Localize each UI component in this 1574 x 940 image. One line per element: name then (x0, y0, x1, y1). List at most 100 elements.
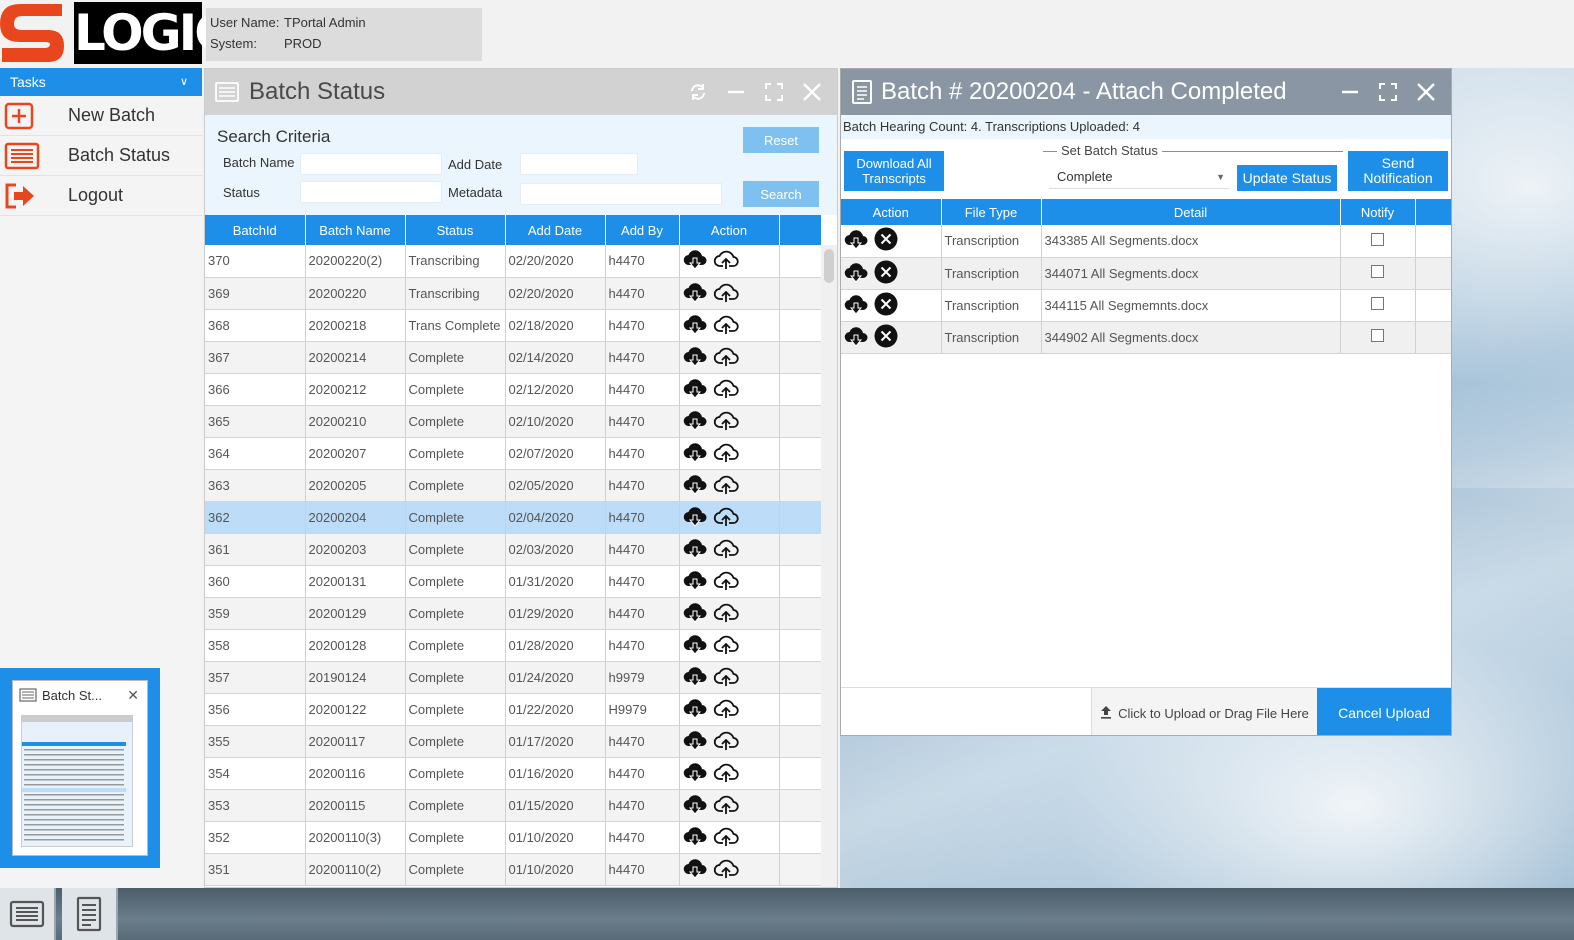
cloud-upload-icon[interactable] (713, 729, 739, 754)
cloud-upload-icon[interactable] (713, 633, 739, 658)
upload-dropzone[interactable]: Click to Upload or Drag File Here (1091, 688, 1317, 735)
sidebar-item-batch-status[interactable]: Batch Status (0, 136, 202, 176)
table-row[interactable]: 358 20200128 Complete 01/28/2020 h4470 (205, 629, 822, 662)
cloud-download-icon[interactable] (683, 281, 707, 306)
taskbar-batch-detail-button[interactable] (62, 888, 118, 940)
table-row[interactable]: 361 20200203 Complete 02/03/2020 h4470 (205, 533, 822, 566)
table-row[interactable]: 369 20200220 Transcribing 02/20/2020 h4470 (205, 277, 822, 310)
sidebar-item-logout[interactable]: Logout (0, 176, 202, 216)
cloud-upload-icon[interactable] (713, 825, 739, 850)
cloud-upload-icon[interactable] (713, 505, 739, 530)
cloud-download-icon[interactable] (683, 473, 707, 498)
search-button[interactable]: Search (743, 181, 819, 207)
tasks-header[interactable]: Tasks ∨ (0, 68, 202, 96)
refresh-icon[interactable] (685, 79, 711, 105)
notify-checkbox[interactable] (1371, 297, 1384, 310)
delete-icon[interactable] (874, 260, 898, 287)
scrollbar[interactable] (821, 245, 837, 887)
table-row[interactable]: 360 20200131 Complete 01/31/2020 h4470 (205, 565, 822, 598)
close-icon[interactable] (1413, 79, 1439, 105)
table-row[interactable]: 357 20190124 Complete 01/24/2020 h9979 (205, 661, 822, 694)
cloud-upload-icon[interactable] (713, 377, 739, 402)
minimize-icon[interactable] (723, 79, 749, 105)
cloud-upload-icon[interactable] (713, 697, 739, 722)
cloud-download-icon[interactable] (844, 228, 868, 253)
cloud-download-icon[interactable] (683, 345, 707, 370)
cloud-download-icon[interactable] (683, 697, 707, 722)
notify-checkbox[interactable] (1371, 265, 1384, 278)
cloud-upload-icon[interactable] (713, 281, 739, 306)
cloud-download-icon[interactable] (844, 325, 868, 350)
table-row[interactable]: 355 20200117 Complete 01/17/2020 h4470 (205, 725, 822, 758)
sidebar-item-new-batch[interactable]: New Batch (0, 96, 202, 136)
cloud-download-icon[interactable] (683, 729, 707, 754)
status-input[interactable] (300, 181, 442, 203)
column-header-status[interactable]: Status (405, 215, 506, 245)
download-all-button[interactable]: Download All Transcripts (844, 151, 944, 191)
batch-status-select[interactable]: Complete ▼ (1049, 165, 1229, 189)
cloud-upload-icon[interactable] (713, 569, 739, 594)
cloud-upload-icon[interactable] (713, 473, 739, 498)
column-header-detail[interactable]: Detail (1041, 199, 1341, 225)
batch-status-titlebar[interactable]: Batch Status (205, 69, 837, 115)
table-row[interactable]: 356 20200122 Complete 01/22/2020 H9979 (205, 693, 822, 726)
table-row[interactable]: 363 20200205 Complete 02/05/2020 h4470 (205, 469, 822, 502)
table-row[interactable]: 365 20200210 Complete 02/10/2020 h4470 (205, 405, 822, 438)
notify-checkbox[interactable] (1371, 232, 1384, 246)
scrollbar-thumb[interactable] (824, 249, 834, 283)
cloud-download-icon[interactable] (844, 293, 868, 318)
cloud-download-icon[interactable] (683, 761, 707, 786)
cloud-download-icon[interactable] (683, 409, 707, 434)
cloud-download-icon[interactable] (683, 569, 707, 594)
close-icon[interactable] (799, 79, 825, 105)
table-row[interactable]: 352 20200110(3) Complete 01/10/2020 h4470 (205, 821, 822, 854)
delete-icon[interactable] (874, 324, 898, 351)
cloud-upload-icon[interactable] (713, 665, 739, 690)
cloud-download-icon[interactable] (683, 825, 707, 850)
cloud-upload-icon[interactable] (713, 313, 739, 338)
maximize-icon[interactable] (761, 79, 787, 105)
cloud-download-icon[interactable] (844, 261, 868, 286)
cloud-upload-icon[interactable] (713, 537, 739, 562)
delete-icon[interactable] (874, 227, 898, 254)
metadata-input[interactable] (520, 183, 722, 205)
cancel-upload-button[interactable]: Cancel Upload (1317, 688, 1451, 735)
table-row[interactable]: 354 20200116 Complete 01/16/2020 h4470 (205, 757, 822, 790)
cloud-download-icon[interactable] (683, 537, 707, 562)
cloud-upload-icon[interactable] (713, 761, 739, 786)
send-notification-button[interactable]: Send Notification (1348, 151, 1448, 191)
cloud-upload-icon[interactable] (713, 601, 739, 626)
column-header-file-type[interactable]: File Type (941, 199, 1042, 225)
cloud-upload-icon[interactable] (713, 441, 739, 466)
add-date-input[interactable] (520, 153, 638, 175)
column-header-notify[interactable]: Notify (1340, 199, 1416, 225)
cloud-download-icon[interactable] (683, 793, 707, 818)
reset-button[interactable]: Reset (743, 127, 819, 153)
notify-checkbox[interactable] (1371, 329, 1384, 342)
table-row[interactable]: 370 20200220(2) Transcribing 02/20/2020 h447… (205, 245, 822, 278)
cloud-upload-icon[interactable] (713, 793, 739, 818)
column-header-batchid[interactable]: BatchId (205, 215, 306, 245)
batch-detail-titlebar[interactable]: Batch # 20200204 - Attach Completed (841, 69, 1451, 115)
cloud-download-icon[interactable] (683, 505, 707, 530)
cloud-download-icon[interactable] (683, 441, 707, 466)
cloud-download-icon[interactable] (683, 665, 707, 690)
cloud-download-icon[interactable] (683, 377, 707, 402)
table-row[interactable]: 364 20200207 Complete 02/07/2020 h4470 (205, 437, 822, 470)
table-row[interactable]: 359 20200129 Complete 01/29/2020 h4470 (205, 597, 822, 630)
table-row[interactable]: 366 20200212 Complete 02/12/2020 h4470 (205, 373, 822, 406)
table-row[interactable]: 351 20200110(2) Complete 01/10/2020 h4470 (205, 853, 822, 886)
maximize-icon[interactable] (1375, 79, 1401, 105)
cloud-download-icon[interactable] (683, 633, 707, 658)
cloud-download-icon[interactable] (683, 601, 707, 626)
table-row[interactable]: 367 20200214 Complete 02/14/2020 h4470 (205, 341, 822, 374)
column-header-add-by[interactable]: Add By (605, 215, 680, 245)
batch-status-thumbnail[interactable]: Batch St... ✕ (12, 680, 148, 856)
table-row[interactable]: 353 20200115 Complete 01/15/2020 h4470 (205, 789, 822, 822)
column-header-batch-name[interactable]: Batch Name (305, 215, 406, 245)
cloud-upload-icon[interactable] (713, 409, 739, 434)
cloud-download-icon[interactable] (683, 857, 707, 882)
taskbar-batch-status-button[interactable] (0, 888, 56, 940)
delete-icon[interactable] (874, 292, 898, 319)
cloud-download-icon[interactable] (683, 248, 707, 273)
